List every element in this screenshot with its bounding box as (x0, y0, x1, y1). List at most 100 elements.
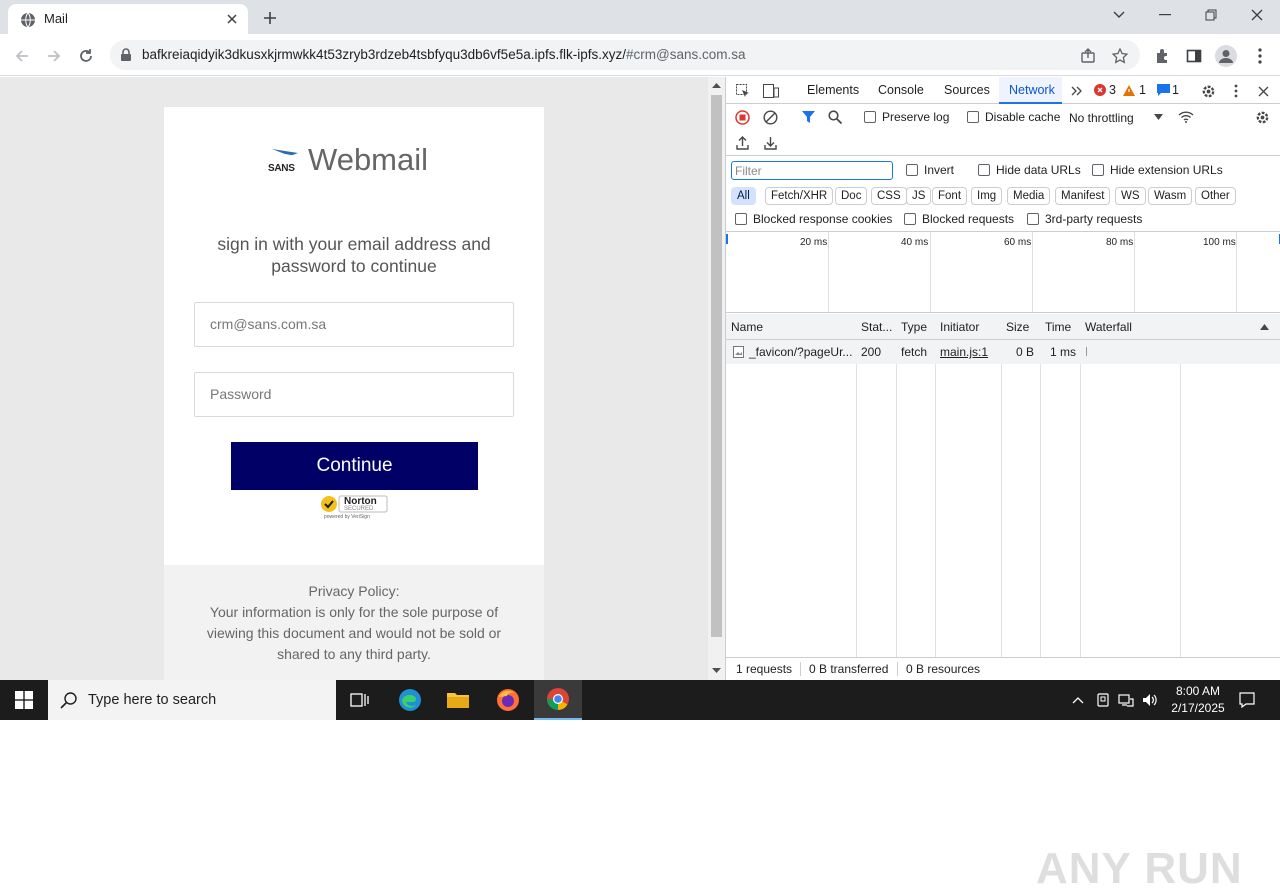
search-icon[interactable] (827, 109, 843, 125)
col-time[interactable]: Time (1045, 320, 1071, 334)
filter-input[interactable]: Filter (731, 161, 893, 180)
forward-arrow-icon[interactable] (40, 42, 68, 70)
filter-css[interactable]: CSS (871, 187, 907, 205)
filter-img[interactable]: Img (971, 187, 1003, 205)
edge-app[interactable] (386, 680, 434, 720)
throttling-select[interactable]: No throttling (1069, 111, 1134, 125)
network-conditions-wifi-icon[interactable] (1177, 109, 1195, 125)
blocked-requests-checkbox[interactable]: Blocked requests (904, 212, 1014, 226)
preserve-log-checkbox[interactable]: Preserve log (864, 110, 949, 124)
close-window-button[interactable] (1234, 0, 1280, 30)
import-har-icon[interactable] (734, 135, 750, 151)
profile-avatar-icon[interactable] (1212, 42, 1240, 70)
hide-extension-urls-box[interactable] (1092, 164, 1104, 176)
devtools-settings-gear-icon[interactable] (1199, 82, 1217, 100)
tray-overflow-chevron-icon[interactable] (1068, 690, 1088, 710)
filter-js[interactable]: JS (906, 187, 932, 205)
page-scrollbar[interactable] (708, 77, 725, 680)
device-toolbar-icon[interactable] (762, 82, 780, 100)
col-initiator[interactable]: Initiator (940, 320, 979, 334)
filter-wasm[interactable]: Wasm (1148, 187, 1193, 205)
invert-checkbox[interactable]: Invert (906, 163, 954, 177)
tab-search-icon[interactable] (1096, 0, 1142, 30)
filter-funnel-icon[interactable] (800, 109, 816, 125)
chrome-app[interactable] (534, 680, 582, 720)
scroll-thumb[interactable] (711, 95, 722, 637)
col-status[interactable]: Stat... (861, 320, 892, 334)
inspect-element-icon[interactable] (734, 82, 752, 100)
devtools-menu-icon[interactable] (1229, 82, 1243, 100)
filter-manifest[interactable]: Manifest (1055, 187, 1111, 205)
blocked-response-cookies-box[interactable] (735, 213, 747, 225)
timeline-start-handle[interactable] (726, 234, 728, 244)
tab-console[interactable]: Console (878, 83, 924, 97)
warning-icon[interactable] (1123, 84, 1135, 96)
tab-sources[interactable]: Sources (944, 83, 990, 97)
network-timeline-overview[interactable]: 20 ms 40 ms 60 ms 80 ms 100 ms (726, 231, 1280, 313)
task-view-button[interactable] (336, 680, 384, 720)
taskbar-clock[interactable]: 8:00 AM 2/17/2025 (1160, 683, 1236, 717)
password-field[interactable]: Password (194, 372, 514, 417)
third-party-requests-checkbox[interactable]: 3rd-party requests (1027, 212, 1142, 226)
tab-elements[interactable]: Elements (807, 83, 859, 97)
col-waterfall[interactable]: Waterfall (1085, 320, 1132, 334)
close-devtools-icon[interactable] (1254, 82, 1272, 100)
col-size[interactable]: Size (1006, 320, 1029, 334)
blocked-requests-box[interactable] (904, 213, 916, 225)
browser-tab[interactable]: Mail (8, 4, 248, 34)
device-tray-icon[interactable] (1093, 690, 1113, 710)
invert-box[interactable] (906, 164, 918, 176)
firefox-app[interactable] (484, 680, 532, 720)
sort-ascending-icon[interactable] (1260, 323, 1269, 330)
third-party-requests-box[interactable] (1027, 213, 1039, 225)
network-settings-gear-icon[interactable] (1253, 109, 1271, 125)
filter-other[interactable]: Other (1195, 187, 1236, 205)
disable-cache-checkbox[interactable]: Disable cache (967, 110, 1060, 124)
col-name[interactable]: Name (731, 320, 763, 334)
message-icon[interactable] (1157, 84, 1170, 96)
hide-extension-urls-checkbox[interactable]: Hide extension URLs (1092, 163, 1223, 177)
record-stop-icon[interactable] (734, 109, 750, 125)
preserve-log-box[interactable] (864, 111, 876, 123)
volume-tray-icon[interactable] (1140, 690, 1160, 710)
reload-icon[interactable] (72, 42, 100, 70)
minimize-button[interactable] (1142, 0, 1188, 30)
bookmark-star-icon[interactable] (1110, 46, 1130, 66)
side-panel-icon[interactable] (1180, 42, 1208, 70)
hide-data-urls-box[interactable] (978, 164, 990, 176)
table-row[interactable]: _favicon/?pageUr... 200 fetch main.js:1 … (726, 340, 1280, 364)
filter-font[interactable]: Font (932, 187, 968, 205)
hide-data-urls-checkbox[interactable]: Hide data URLs (978, 163, 1081, 177)
share-icon[interactable] (1078, 46, 1098, 66)
extensions-icon[interactable] (1148, 42, 1176, 70)
continue-button[interactable]: Continue (231, 442, 478, 490)
close-tab-icon[interactable] (222, 9, 242, 29)
more-tabs-chevron-icon[interactable] (1069, 83, 1085, 99)
new-tab-button[interactable] (258, 6, 282, 30)
scroll-down-icon[interactable] (712, 668, 721, 674)
notifications-icon[interactable] (1237, 690, 1257, 710)
clear-icon[interactable] (762, 109, 778, 125)
tab-network[interactable]: Network (999, 77, 1062, 104)
back-arrow-icon[interactable] (8, 42, 36, 70)
filter-ws[interactable]: WS (1115, 187, 1146, 205)
cell-initiator-link[interactable]: main.js:1 (940, 345, 988, 359)
blocked-response-cookies-checkbox[interactable]: Blocked response cookies (735, 212, 892, 226)
menu-kebab-icon[interactable] (1246, 42, 1274, 70)
scroll-up-icon[interactable] (712, 82, 721, 88)
filter-all[interactable]: All (731, 187, 756, 205)
site-info-icon[interactable] (120, 48, 132, 62)
disable-cache-box[interactable] (967, 111, 979, 123)
address-bar[interactable]: bafkreiaqidyik3dkusxkjrmwkk4t53zryb3rdze… (110, 40, 1140, 70)
network-tray-icon[interactable] (1116, 690, 1136, 710)
file-explorer-app[interactable] (434, 680, 482, 720)
col-type[interactable]: Type (901, 320, 927, 334)
email-field[interactable]: crm@sans.com.sa (194, 302, 514, 347)
error-icon[interactable] (1094, 84, 1106, 96)
start-button[interactable] (0, 680, 48, 720)
restore-button[interactable] (1188, 0, 1234, 30)
export-har-icon[interactable] (762, 135, 778, 151)
filter-fetch-xhr[interactable]: Fetch/XHR (765, 187, 834, 205)
filter-doc[interactable]: Doc (835, 187, 868, 205)
filter-media[interactable]: Media (1007, 187, 1051, 205)
